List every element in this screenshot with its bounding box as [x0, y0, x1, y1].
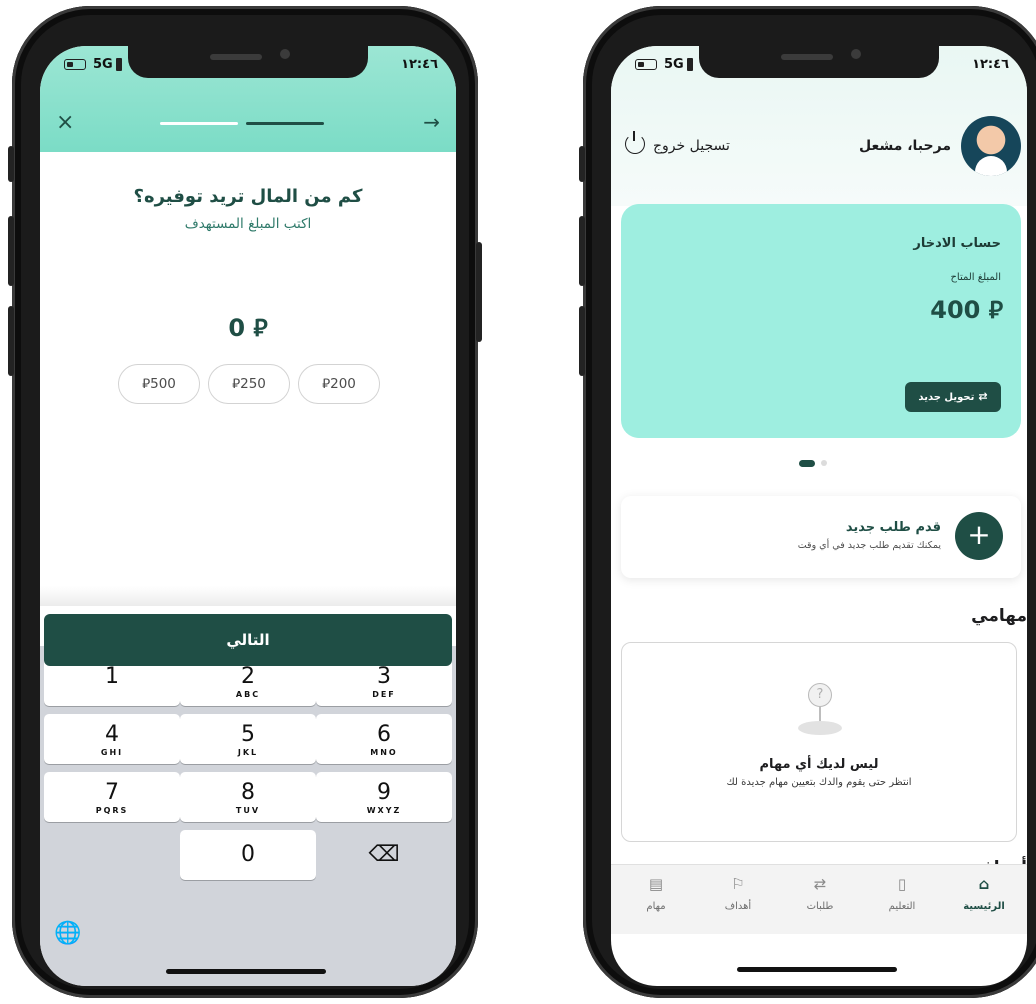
- tab-education[interactable]: ▯ التعليم: [861, 875, 943, 912]
- network-label: 5G: [93, 57, 113, 72]
- tab-tasks[interactable]: ▤ مهام: [615, 875, 697, 912]
- step-progress: [160, 122, 328, 126]
- key-8[interactable]: 8 TUV: [180, 772, 316, 822]
- home-screen: 5G ١٢:٤٦ مرحبا، مشعل تسجيل خروج حساب الا…: [611, 46, 1027, 986]
- key-0[interactable]: 0: [180, 830, 316, 880]
- new-request-subtitle: يمكنك تقديم طلب جديد في أي وقت: [797, 540, 941, 551]
- volume-down-button: [8, 306, 14, 376]
- tasks-empty-state: ? ليس لديك أي مهام انتظر حتى يقوم والدك …: [621, 642, 1017, 842]
- available-amount: 400 ⃁: [930, 296, 1003, 324]
- home-indicator[interactable]: [737, 967, 897, 972]
- savings-account-card[interactable]: حساب الادخار المبلغ المتاح 400 ⃁ ⇄تحويل …: [621, 204, 1021, 438]
- new-transfer-label: تحويل جديد: [918, 392, 975, 403]
- power-icon[interactable]: [625, 131, 645, 154]
- network-label: 5G: [664, 57, 684, 72]
- book-icon: ▯: [897, 875, 907, 893]
- tasks-heading: مهامي: [971, 606, 1027, 626]
- tab-home[interactable]: ⌂ الرئيسية: [943, 875, 1025, 912]
- savings-title: حساب الادخار: [913, 236, 1001, 251]
- transfer-icon: ⇄: [978, 390, 988, 403]
- flag-icon: ⚐: [731, 875, 745, 893]
- quick-amount-500[interactable]: ⃁500: [118, 364, 200, 404]
- question-title: كم من المال تريد توفيره؟: [133, 186, 363, 207]
- divider: [40, 586, 456, 606]
- progress-step-2: [246, 122, 324, 125]
- quick-amount-250[interactable]: ⃁250: [208, 364, 290, 404]
- bottom-tab-bar: ⌂ الرئيسية ▯ التعليم ⇄ طلبات ⚐ أهداف ▤ م…: [611, 864, 1027, 934]
- phone-right: 5G ١٢:٤٦ مرحبا، مشعل تسجيل خروج حساب الا…: [579, 6, 1036, 998]
- phone-left: × → 5G ١٢:٤٦ كم من المال تريد توفيره؟ اك…: [8, 6, 482, 998]
- carousel-dot-active[interactable]: [799, 460, 815, 467]
- savings-goal-screen: × → 5G ١٢:٤٦ كم من المال تريد توفيره؟ اك…: [40, 46, 456, 986]
- quick-amounts: ⃁500 ⃁250 ⃁200: [118, 364, 380, 406]
- notch: [699, 46, 939, 78]
- carousel-dot[interactable]: [821, 460, 827, 466]
- greeting: مرحبا، مشعل: [859, 138, 951, 154]
- home-icon: ⌂: [978, 875, 990, 893]
- key-9[interactable]: 9 WXYZ: [316, 772, 452, 822]
- clock: ١٢:٤٦: [972, 57, 1009, 72]
- back-arrow-icon[interactable]: →: [423, 110, 440, 134]
- battery-icon: [635, 59, 657, 70]
- empty-title: ليس لديك أي مهام: [759, 757, 879, 772]
- new-request-title: قدم طلب جديد: [845, 520, 941, 535]
- numeric-keypad: 1 2 ABC 3 DEF 4 GHI 5 JKL 6 MNO 7 PQRS 8 TUV 9W…: [40, 646, 456, 986]
- volume-up-button: [8, 216, 14, 286]
- carousel-dots: [799, 460, 839, 468]
- key-7[interactable]: 7 PQRS: [44, 772, 180, 822]
- signal-icon: [687, 58, 693, 71]
- notch: [128, 46, 368, 78]
- progress-step-1: [160, 122, 238, 125]
- available-label: المبلغ المتاح: [950, 272, 1001, 283]
- plus-icon[interactable]: +: [955, 512, 1003, 560]
- mute-switch: [8, 146, 14, 182]
- avatar[interactable]: [961, 116, 1021, 176]
- quick-amount-200[interactable]: ⃁200: [298, 364, 380, 404]
- tab-goals[interactable]: ⚐ أهداف: [697, 875, 779, 912]
- key-4[interactable]: 4 GHI: [44, 714, 180, 764]
- new-transfer-button[interactable]: ⇄تحويل جديد: [905, 382, 1001, 412]
- key-5[interactable]: 5 JKL: [180, 714, 316, 764]
- question-subtitle: اكتب المبلغ المستهدف: [184, 216, 312, 232]
- tab-requests[interactable]: ⇄ طلبات: [779, 875, 861, 912]
- amount-display: 0 ⃁: [228, 314, 268, 342]
- volume-up-button: [579, 216, 585, 286]
- key-6[interactable]: 6 MNO: [316, 714, 452, 764]
- backspace-icon[interactable]: ⌫: [316, 830, 452, 880]
- clipboard-icon: ▤: [648, 875, 664, 893]
- clock: ١٢:٤٦: [401, 57, 438, 72]
- power-button: [476, 242, 482, 342]
- empty-subtitle: انتظر حتى يقوم والدك بتعيين مهام جديدة ل…: [726, 777, 912, 788]
- transfer-icon: ⇄: [813, 875, 827, 893]
- next-button[interactable]: التالي: [44, 614, 452, 666]
- logout-button[interactable]: تسجيل خروج: [653, 138, 730, 154]
- globe-icon[interactable]: 🌐: [54, 921, 81, 946]
- battery-icon: [64, 59, 86, 70]
- new-request-card[interactable]: + قدم طلب جديد يمكنك تقديم طلب جديد في أ…: [621, 496, 1021, 578]
- close-icon[interactable]: ×: [56, 110, 74, 135]
- empty-tasks-icon: ?: [798, 683, 842, 737]
- volume-down-button: [579, 306, 585, 376]
- home-indicator[interactable]: [166, 969, 326, 974]
- signal-icon: [116, 58, 122, 71]
- mute-switch: [579, 146, 585, 182]
